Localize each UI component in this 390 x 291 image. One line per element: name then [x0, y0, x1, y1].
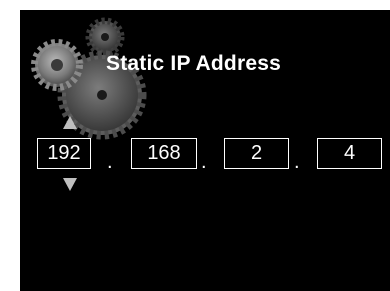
arrow-down-icon[interactable]: [63, 178, 77, 191]
ip-octet-4-field[interactable]: 4: [317, 138, 382, 169]
ip-octet-3-field[interactable]: 2: [224, 138, 289, 169]
ip-octet-2-field[interactable]: 168: [131, 138, 197, 169]
page-title: Static IP Address: [106, 52, 281, 75]
ip-separator: .: [201, 151, 207, 173]
ip-octet-1-field[interactable]: 192: [37, 138, 91, 169]
ip-separator: .: [294, 151, 300, 173]
gears-icon: [31, 17, 147, 140]
small-gear-icon: [85, 17, 125, 57]
ip-separator: .: [107, 151, 113, 173]
medium-gear-icon: [31, 39, 83, 91]
static-ip-screen: Static IP Address 192 . 168 . 2 . 4: [20, 10, 390, 291]
arrow-up-icon[interactable]: [63, 116, 77, 129]
